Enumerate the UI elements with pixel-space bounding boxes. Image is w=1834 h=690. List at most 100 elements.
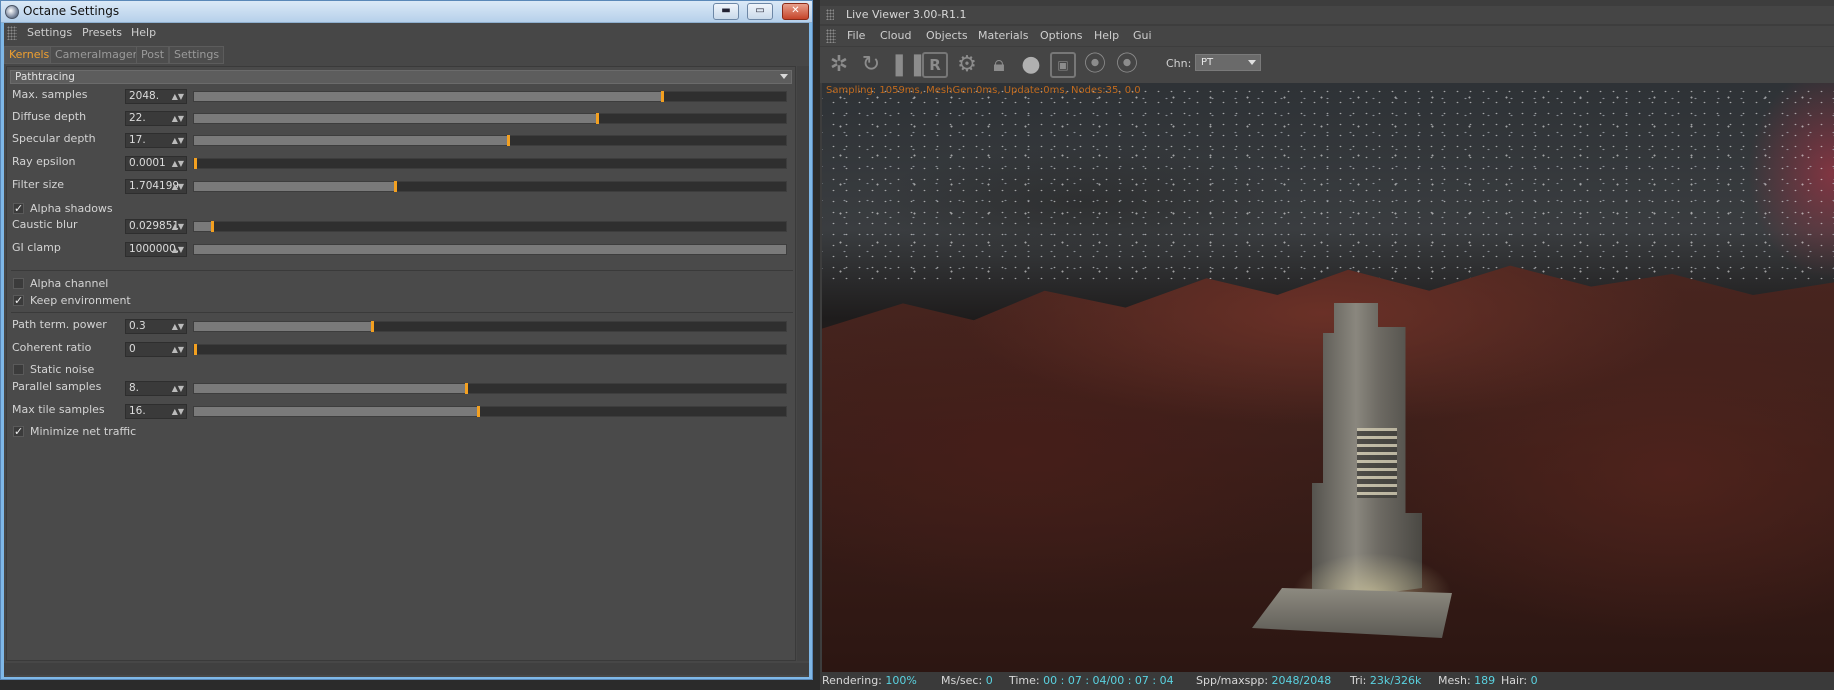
pause-icon[interactable]: ❚❚: [890, 52, 927, 78]
max-samples-slider[interactable]: [193, 91, 787, 102]
menu-presets[interactable]: Presets: [82, 26, 122, 39]
slider-handle[interactable]: [477, 406, 480, 417]
region-render-icon[interactable]: R: [922, 52, 948, 78]
param-row-gi-clamp: GI clamp 1000000. ▲▼: [7, 240, 797, 258]
close-button[interactable]: ✕: [782, 3, 809, 20]
max-samples-input[interactable]: 2048. ▲▼: [125, 89, 187, 104]
slider-handle[interactable]: [194, 344, 197, 355]
slider-handle[interactable]: [394, 181, 397, 192]
param-label: GI clamp: [12, 241, 61, 254]
spinner-arrows-icon[interactable]: ▲▼: [172, 320, 184, 333]
slider-handle[interactable]: [194, 158, 197, 169]
menu-gui[interactable]: Gui: [1133, 29, 1152, 42]
path-term-power-input[interactable]: 0.3 ▲▼: [125, 319, 187, 334]
menu-cloud[interactable]: Cloud: [880, 29, 911, 42]
max-tile-samples-input[interactable]: 16. ▲▼: [125, 404, 187, 419]
slider-handle[interactable]: [596, 113, 599, 124]
viewer-titlebar[interactable]: Live Viewer 3.00-R1.1: [820, 6, 1834, 24]
param-row-max-samples: Max. samples 2048. ▲▼: [7, 87, 797, 105]
settings-titlebar[interactable]: Octane Settings ▬ ▭ ✕: [1, 1, 812, 23]
gi-clamp-slider[interactable]: [193, 244, 787, 255]
viewer-statusbar: Rendering: 100% Ms/sec: 0 Time: 00 : 07 …: [820, 672, 1834, 690]
param-label: Specular depth: [12, 132, 96, 145]
path-term-power-slider[interactable]: [193, 321, 787, 332]
settings-window-title: Octane Settings: [23, 4, 120, 18]
menu-objects[interactable]: Objects: [926, 29, 968, 42]
ray-epsilon-slider[interactable]: [193, 158, 787, 169]
coherent-ratio-slider[interactable]: [193, 344, 787, 355]
render-viewport[interactable]: Sampling: 1059ms, MeshGen:0ms, Update:0m…: [822, 83, 1834, 672]
slider-handle[interactable]: [371, 321, 374, 332]
param-label: Caustic blur: [12, 218, 78, 231]
checkmark-icon[interactable]: ✓: [13, 203, 24, 214]
parallel-samples-slider[interactable]: [193, 383, 787, 394]
checkmark-icon[interactable]: ✓: [13, 426, 24, 437]
status-spp: Spp/maxspp: 2048/2048: [1196, 674, 1332, 687]
menu-help[interactable]: Help: [131, 26, 156, 39]
checkbox-label: Alpha channel: [30, 277, 109, 290]
grip-icon[interactable]: [7, 26, 17, 40]
channel-dropdown[interactable]: PT: [1195, 54, 1261, 71]
gi-clamp-input[interactable]: 1000000. ▲▼: [125, 242, 187, 257]
horizontal-scrollbar[interactable]: [4, 663, 809, 675]
tower-windows: [1357, 428, 1397, 498]
minimize-button[interactable]: ▬: [713, 3, 739, 20]
diffuse-depth-input[interactable]: 22. ▲▼: [125, 111, 187, 126]
diffuse-depth-slider[interactable]: [193, 113, 787, 124]
ray-epsilon-input[interactable]: 0.0001 ▲▼: [125, 156, 187, 171]
filter-size-input[interactable]: 1.704199 ▲▼: [125, 179, 187, 194]
spinner-arrows-icon[interactable]: ▲▼: [172, 90, 184, 103]
focus-pick-icon[interactable]: ⦿: [1082, 52, 1108, 78]
slider-handle[interactable]: [211, 221, 214, 232]
param-label: Diffuse depth: [12, 110, 87, 123]
checkmark-icon[interactable]: ✓: [13, 295, 24, 306]
max-tile-samples-slider[interactable]: [193, 406, 787, 417]
specular-depth-input[interactable]: 17. ▲▼: [125, 133, 187, 148]
gear-icon[interactable]: ⚙: [954, 52, 980, 78]
viewer-menubar: File Cloud Objects Materials Options Hel…: [820, 26, 1834, 46]
spinner-arrows-icon[interactable]: ▲▼: [172, 382, 184, 395]
filter-size-slider[interactable]: [193, 181, 787, 192]
spinner-arrows-icon[interactable]: ▲▼: [172, 157, 184, 170]
grip-icon[interactable]: [826, 9, 834, 20]
menu-file[interactable]: File: [847, 29, 865, 42]
tab-cameraimager[interactable]: CameraImager: [50, 46, 143, 64]
spinner-arrows-icon[interactable]: ▲▼: [172, 405, 184, 418]
material-ball-icon[interactable]: ●: [1018, 52, 1044, 78]
tab-post[interactable]: Post: [136, 46, 170, 64]
spinner-arrows-icon[interactable]: ▲▼: [172, 243, 184, 256]
spinner-arrows-icon[interactable]: ▲▼: [172, 134, 184, 147]
param-row-diffuse-depth: Diffuse depth 22. ▲▼: [7, 109, 797, 127]
kernel-type-dropdown[interactable]: Pathtracing: [10, 70, 792, 84]
checkbox-box[interactable]: [13, 278, 24, 289]
menu-settings[interactable]: Settings: [27, 26, 72, 39]
slider-handle[interactable]: [661, 91, 664, 102]
refresh-icon[interactable]: ↻: [858, 52, 884, 78]
checkbox-box[interactable]: [13, 364, 24, 375]
caustic-blur-input[interactable]: 0.029851 ▲▼: [125, 219, 187, 234]
param-row-path-term-power: Path term. power 0.3 ▲▼: [7, 317, 797, 335]
coherent-ratio-input[interactable]: 0 ▲▼: [125, 342, 187, 357]
lock-icon[interactable]: 🔒︎: [986, 52, 1012, 78]
spinner-arrows-icon[interactable]: ▲▼: [172, 180, 184, 193]
menu-help[interactable]: Help: [1094, 29, 1119, 42]
spinner-arrows-icon[interactable]: ▲▼: [172, 220, 184, 233]
parallel-samples-input[interactable]: 8. ▲▼: [125, 381, 187, 396]
grip-icon[interactable]: [826, 29, 836, 43]
tab-kernels[interactable]: Kernels: [4, 46, 55, 64]
slider-handle[interactable]: [465, 383, 468, 394]
caustic-blur-slider[interactable]: [193, 221, 787, 232]
slider-handle[interactable]: [507, 135, 510, 146]
menu-materials[interactable]: Materials: [978, 29, 1028, 42]
vertical-scrollbar[interactable]: [797, 66, 809, 661]
specular-depth-slider[interactable]: [193, 135, 787, 146]
material-pick-icon[interactable]: ⦿: [1114, 52, 1140, 78]
tab-settings[interactable]: Settings: [169, 46, 225, 64]
spinner-arrows-icon[interactable]: ▲▼: [172, 343, 184, 356]
maximize-button[interactable]: ▭: [747, 3, 773, 20]
menu-options[interactable]: Options: [1040, 29, 1082, 42]
spinner-arrows-icon[interactable]: ▲▼: [172, 112, 184, 125]
aperture-icon[interactable]: ✲: [826, 52, 852, 78]
clay-mode-icon[interactable]: ▣: [1050, 52, 1076, 78]
viewer-toolbar: ✲ ↻ ❚❚ R ⚙ 🔒︎ ● ▣ ⦿ ⦿ Chn: PT: [820, 47, 1834, 83]
